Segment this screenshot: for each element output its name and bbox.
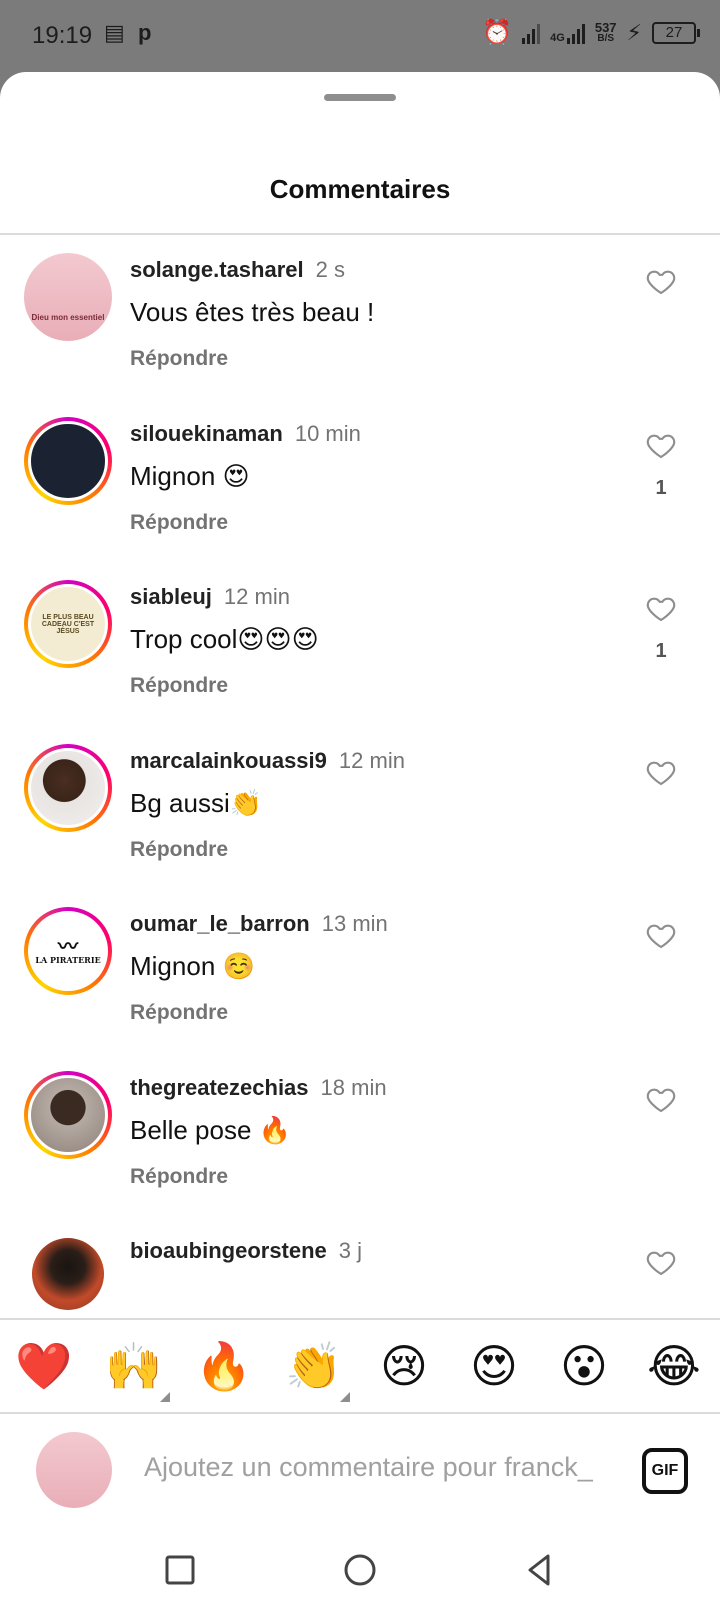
comment-text: Mignon ☺️ (130, 951, 255, 981)
comment-time: 12 min (338, 748, 405, 773)
avatar[interactable] (24, 744, 112, 832)
triangle-back-icon[interactable] (518, 1548, 562, 1592)
mustache-icon: 〰 (58, 934, 78, 958)
emoji-clapping-hands[interactable]: 👏 (284, 1338, 344, 1394)
comment-time: 18 min (320, 1075, 387, 1100)
p-app-notification-icon: p (138, 20, 152, 45)
reply-button[interactable]: Répondre (130, 838, 228, 862)
comment-time: 13 min (321, 911, 388, 936)
like-count: 1 (655, 477, 667, 499)
emoji-crying-face[interactable]: 😢 (374, 1338, 434, 1394)
reply-button[interactable]: Répondre (130, 1165, 228, 1189)
alarm-icon: ⏰ (482, 19, 513, 46)
emoji-raised-hands[interactable]: 🙌 (104, 1338, 164, 1394)
network-type: 4G (550, 22, 585, 44)
comment-input-row: Ajoutez un commentaire pour franck_ GIF (0, 1414, 720, 1534)
avatar[interactable] (32, 1238, 104, 1310)
emoji-laughing-tears[interactable]: 😂 (644, 1338, 704, 1394)
emoji-surprised-face[interactable]: 😮 (554, 1338, 614, 1394)
like-count: 1 (655, 640, 667, 662)
battery-icon: 27 (652, 21, 700, 44)
circle-home-icon[interactable] (338, 1548, 382, 1592)
comment-text: Belle pose 🔥 (130, 1115, 292, 1145)
heart-outline-icon[interactable] (644, 1246, 678, 1278)
comment-username[interactable]: oumar_le_barron (130, 911, 310, 936)
comment-item: LE PLUS BEAU CADEAU C'EST JÉSUS siableuj… (0, 562, 720, 730)
sheet-title: Commentaires (269, 174, 451, 204)
comment-time: 12 min (223, 584, 290, 609)
reply-button[interactable]: Répondre (130, 511, 228, 535)
comment-text: Vous êtes très beau ! (130, 297, 375, 327)
avatar[interactable] (24, 1071, 112, 1159)
status-bar: 19:19 ▤ p ⏰ 4G 537 B/S ⚡ 27 (0, 0, 720, 72)
comment-username[interactable]: marcalainkouassi9 (130, 748, 327, 773)
message-notification-icon: ▤ (104, 20, 125, 45)
heart-outline-icon[interactable] (644, 1083, 678, 1115)
comment-text: Trop cool😍😍😍 (130, 624, 319, 654)
comment-input[interactable]: Ajoutez un commentaire pour franck_ (144, 1452, 614, 1483)
comment-list[interactable]: Dieu mon essentiel solange.tasharel 2 s V… (0, 235, 720, 1390)
avatar[interactable]: Dieu mon essentiel (24, 253, 112, 341)
avatar[interactable] (24, 417, 112, 505)
emoji-red-heart[interactable]: ❤️ (14, 1338, 74, 1394)
comment-time: 10 min (294, 421, 361, 446)
comment-username[interactable]: siableuj (130, 584, 212, 609)
reply-button[interactable]: Répondre (130, 674, 228, 698)
heart-outline-icon[interactable] (644, 756, 678, 788)
avatar[interactable]: LE PLUS BEAU CADEAU C'EST JÉSUS (24, 580, 112, 668)
comment-username[interactable]: silouekinaman (130, 421, 283, 446)
emoji-fire[interactable]: 🔥 (194, 1338, 254, 1394)
comment-item: marcalainkouassi9 12 min Bg aussi👏 Répond… (0, 726, 720, 894)
signal-icon (522, 22, 541, 44)
comment-text: Mignon 😍 (130, 461, 250, 491)
comment-time: 2 s (315, 257, 345, 282)
emoji-reaction-bar: ❤️ 🙌 🔥 👏 😢 😍 😮 😂 (0, 1318, 720, 1414)
comment-item: Dieu mon essentiel solange.tasharel 2 s V… (0, 235, 720, 403)
status-icons: ⏰ 4G 537 B/S ⚡ 27 (482, 18, 700, 47)
reply-button[interactable]: Répondre (130, 347, 228, 371)
drag-handle[interactable] (324, 94, 396, 101)
comment-username[interactable]: solange.tasharel (130, 257, 304, 282)
heart-outline-icon[interactable] (644, 429, 678, 461)
reply-button[interactable]: Répondre (130, 1001, 228, 1025)
avatar[interactable]: 〰 LA PIRATERIE (24, 907, 112, 995)
comment-time: 3 j (338, 1238, 363, 1263)
comment-text: Bg aussi👏 (130, 788, 263, 818)
comment-username[interactable]: thegreatezechias (130, 1075, 309, 1100)
comment-username[interactable]: bioaubingeorstene (130, 1238, 327, 1263)
charging-icon: ⚡ (626, 19, 642, 45)
skin-tone-indicator (160, 1392, 170, 1402)
status-time: 19:19 (32, 22, 93, 49)
comment-item: silouekinaman 10 min Mignon 😍 Répondre 1 (0, 399, 720, 567)
emoji-heart-eyes[interactable]: 😍 (464, 1338, 524, 1394)
square-recents-icon[interactable] (158, 1548, 202, 1592)
data-speed: 537 B/S (594, 19, 617, 44)
comment-item: thegreatezechias 18 min Belle pose 🔥 Répo… (0, 1053, 720, 1221)
heart-outline-icon[interactable] (644, 592, 678, 624)
skin-tone-indicator (340, 1392, 350, 1402)
current-user-avatar (36, 1432, 112, 1508)
comment-item: 〰 LA PIRATERIE oumar_le_barron 13 min Mig… (0, 889, 720, 1057)
heart-outline-icon[interactable] (644, 919, 678, 951)
navigation-bar (0, 1534, 720, 1612)
heart-outline-icon[interactable] (644, 265, 678, 297)
gif-button[interactable]: GIF (642, 1448, 688, 1494)
